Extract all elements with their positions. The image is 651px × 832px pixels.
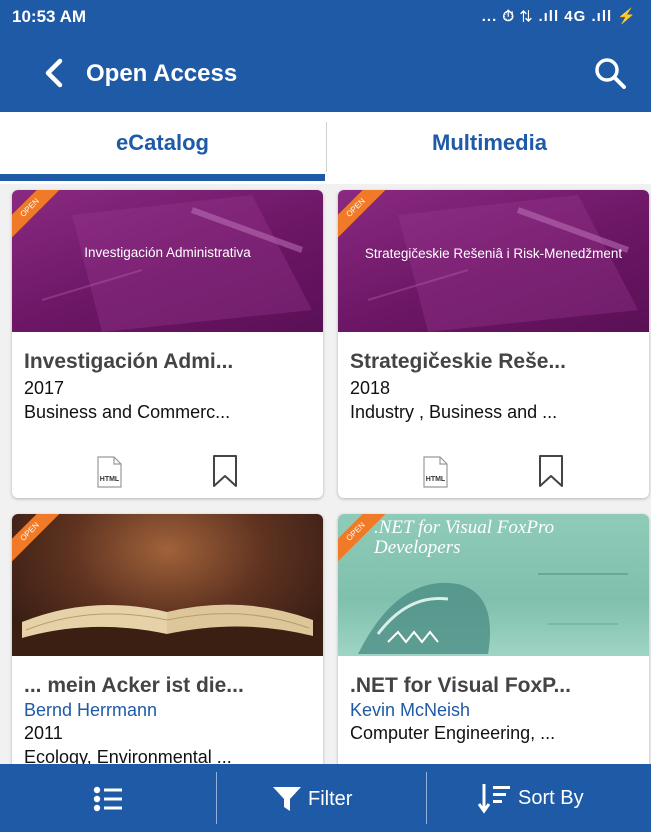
cover-title: Investigación Administrativa xyxy=(84,245,251,260)
page-title: Open Access xyxy=(86,60,238,87)
book-year: 2018 xyxy=(350,378,391,398)
book-card[interactable]: OPEN ... mein Acker ist die... Bernd Her… xyxy=(12,514,323,774)
book-cover: Strategičeskie Rešeniâ i Risk-Menedžment… xyxy=(338,190,649,332)
book-year: 2017 xyxy=(24,378,65,398)
bookmark-icon[interactable] xyxy=(538,454,564,488)
open-book-illustration xyxy=(12,604,323,656)
book-title: .NET for Visual FoxP... xyxy=(350,674,571,697)
book-subject: Business and Commerc... xyxy=(24,402,231,422)
book-cover: OPEN xyxy=(12,514,323,656)
book-year: 2011 xyxy=(24,723,63,743)
bottom-action-bar: Filter Sort By xyxy=(0,764,651,832)
search-icon[interactable] xyxy=(593,56,627,90)
bottom-divider xyxy=(426,772,427,824)
app-bar: Open Access xyxy=(0,34,651,112)
sort-button[interactable]: Sort By xyxy=(478,782,584,814)
html-file-icon[interactable]: HTML xyxy=(422,456,448,488)
book-cover: Investigación Administrativa OPEN xyxy=(12,190,323,332)
book-cover: .NET for Visual FoxPro Developers OPEN xyxy=(338,514,649,656)
book-card[interactable]: .NET for Visual FoxPro Developers OPEN .… xyxy=(338,514,649,774)
book-subject: Computer Engineering, ... xyxy=(350,723,556,743)
filter-funnel-icon xyxy=(273,787,301,811)
active-tab-indicator xyxy=(0,174,325,181)
book-card[interactable]: Strategičeskie Rešeniâ i Risk-Menedžment… xyxy=(338,190,649,498)
book-title: Investigación Admi... xyxy=(24,350,234,373)
bottom-divider xyxy=(216,772,217,824)
tab-bar: eCatalog Multimedia xyxy=(0,112,651,184)
status-bar: 10:53 AM ... ⏱ ⇅ .ıll 4G .ıll ⚡ xyxy=(0,0,651,34)
bookmark-icon[interactable] xyxy=(212,454,238,488)
back-arrow-icon[interactable] xyxy=(38,56,72,90)
book-info: .NET for Visual FoxP... Kevin McNeish Co… xyxy=(350,664,641,745)
book-title: ... mein Acker ist die... xyxy=(24,674,244,697)
book-author[interactable]: Kevin McNeish xyxy=(350,700,641,721)
html-file-icon[interactable]: HTML xyxy=(96,456,122,488)
sort-icon xyxy=(478,784,510,814)
status-time: 10:53 AM xyxy=(12,7,87,26)
book-card[interactable]: Investigación Administrativa OPEN Invest… xyxy=(12,190,323,498)
filter-label: Filter xyxy=(308,787,353,810)
list-view-icon[interactable] xyxy=(90,784,126,814)
notebook-pen-illustration xyxy=(41,195,312,332)
book-title: Strategičeskie Reše... xyxy=(350,350,566,373)
cover-title: Strategičeskie Rešeniâ i Risk-Menedžment xyxy=(364,246,623,261)
book-subject: Industry , Business and ... xyxy=(350,402,558,422)
status-icons: ... ⏱ ⇅ .ıll 4G .ıll ⚡ xyxy=(481,8,637,25)
book-info: Strategičeskie Reše... 2018 Industry , B… xyxy=(350,340,641,424)
cover-title: .NET for Visual FoxPro Developers xyxy=(374,517,555,558)
book-info: Investigación Admi... 2017 Business and … xyxy=(24,340,315,424)
tab-ecatalog[interactable]: eCatalog xyxy=(0,112,325,180)
book-info: ... mein Acker ist die... Bernd Herrmann… xyxy=(24,664,315,769)
sort-label: Sort By xyxy=(518,786,584,809)
html-file-icon-text: HTML xyxy=(100,476,120,483)
tab-multimedia[interactable]: Multimedia xyxy=(327,112,651,180)
filter-button[interactable]: Filter xyxy=(272,784,352,814)
html-file-icon-text: HTML xyxy=(426,476,446,483)
book-author[interactable]: Bernd Herrmann xyxy=(24,700,315,721)
